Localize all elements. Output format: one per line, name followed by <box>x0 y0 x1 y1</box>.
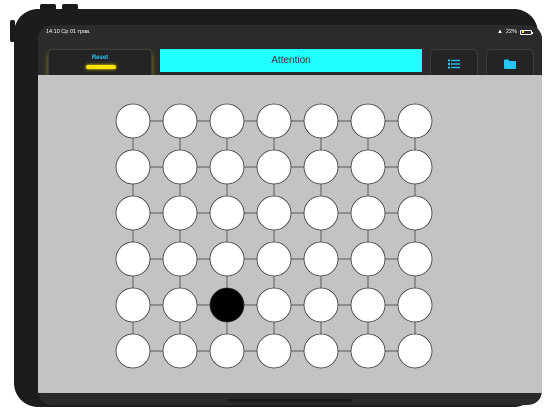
battery-percent: 22% <box>505 29 517 35</box>
attention-banner: Attention <box>160 49 422 72</box>
reset-indicator <box>86 65 116 69</box>
grid-dot[interactable] <box>350 287 386 323</box>
grid-dot[interactable] <box>162 241 198 277</box>
grid-dot[interactable] <box>256 241 292 277</box>
grid-dot[interactable] <box>397 103 433 139</box>
grid-dot[interactable] <box>209 195 245 231</box>
grid-dot[interactable] <box>209 149 245 185</box>
reset-label: Reset <box>91 55 109 61</box>
wifi-icon: ▲ <box>497 29 503 35</box>
dot-grid[interactable] <box>38 75 542 393</box>
screen: 14:10 Ср 01 трав. ▲ 22% Reset Attention <box>38 25 542 405</box>
grid-dot[interactable] <box>162 149 198 185</box>
status-bar: 14:10 Ср 01 трав. ▲ 22% <box>38 25 542 41</box>
grid-dot[interactable] <box>397 149 433 185</box>
folder-icon <box>504 59 516 69</box>
status-right: ▲ 22% <box>497 29 533 35</box>
grid-dot[interactable] <box>162 333 198 369</box>
grid-dot[interactable] <box>350 149 386 185</box>
home-indicator <box>228 399 352 402</box>
grid-dot[interactable] <box>397 195 433 231</box>
grid-dot[interactable] <box>350 333 386 369</box>
grid-dot[interactable] <box>115 241 151 277</box>
grid-dot[interactable] <box>350 103 386 139</box>
grid-dot[interactable] <box>397 287 433 323</box>
grid-dot[interactable] <box>162 287 198 323</box>
grid-canvas[interactable] <box>38 75 542 393</box>
grid-dot-filled[interactable] <box>209 287 245 323</box>
grid-dot[interactable] <box>115 287 151 323</box>
grid-dot[interactable] <box>209 103 245 139</box>
grid-dot[interactable] <box>397 241 433 277</box>
grid-dot[interactable] <box>256 333 292 369</box>
grid-dot[interactable] <box>350 241 386 277</box>
grid-dot[interactable] <box>209 241 245 277</box>
grid-dot[interactable] <box>115 149 151 185</box>
grid-dot[interactable] <box>397 333 433 369</box>
grid-dot[interactable] <box>115 195 151 231</box>
grid-dot[interactable] <box>256 103 292 139</box>
grid-dot[interactable] <box>350 195 386 231</box>
grid-dot[interactable] <box>115 333 151 369</box>
battery-icon <box>520 29 533 35</box>
grid-dot[interactable] <box>303 333 339 369</box>
grid-dot[interactable] <box>256 287 292 323</box>
grid-dot[interactable] <box>256 149 292 185</box>
grid-dot[interactable] <box>209 333 245 369</box>
grid-dot[interactable] <box>303 149 339 185</box>
grid-dot[interactable] <box>162 103 198 139</box>
list-icon <box>448 59 460 69</box>
status-time: 14:10 Ср 01 трав. <box>46 29 91 35</box>
grid-dot[interactable] <box>303 287 339 323</box>
grid-dot[interactable] <box>115 103 151 139</box>
grid-dot[interactable] <box>256 195 292 231</box>
grid-dot[interactable] <box>303 241 339 277</box>
grid-dot[interactable] <box>303 103 339 139</box>
grid-dot[interactable] <box>303 195 339 231</box>
tablet-frame: 14:10 Ср 01 трав. ▲ 22% Reset Attention <box>14 9 542 407</box>
grid-dot[interactable] <box>162 195 198 231</box>
